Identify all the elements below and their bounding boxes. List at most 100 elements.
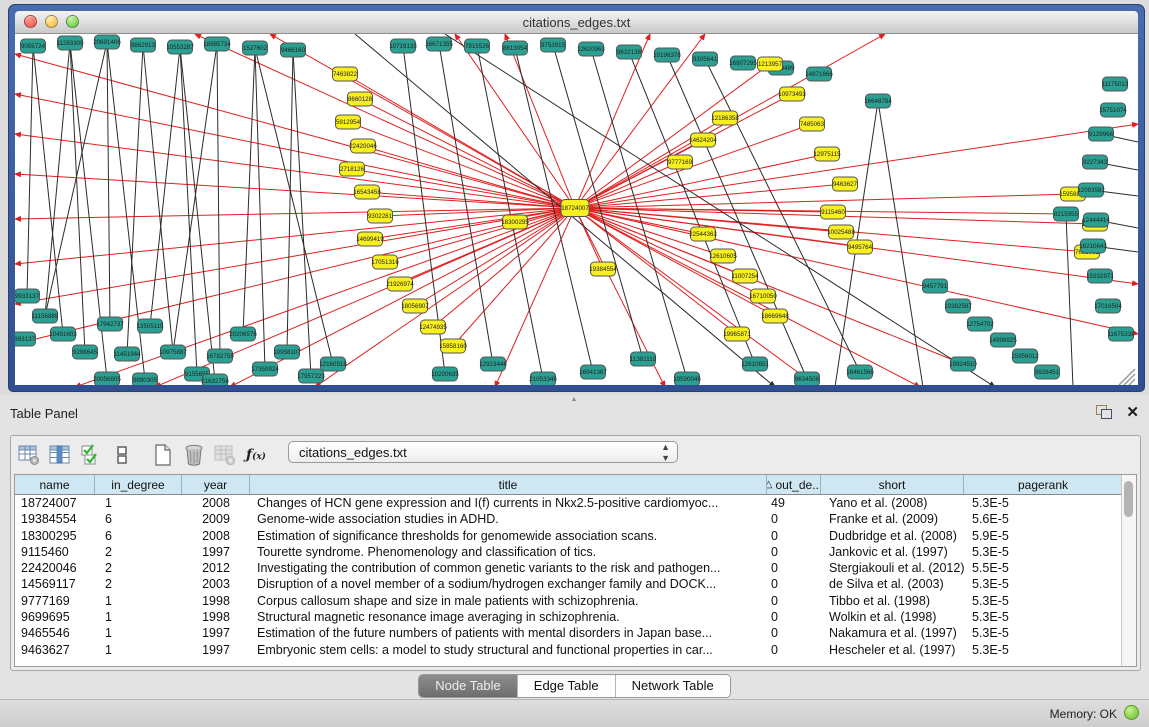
network-node[interactable]: 16210643 (1079, 239, 1107, 253)
citation-network-graph[interactable]: 9055724112833092069140698629131055328718… (15, 34, 1138, 385)
select-rows-button[interactable] (77, 441, 105, 469)
citation-edge-red[interactable] (495, 208, 575, 385)
network-node[interactable]: 14998925 (989, 333, 1017, 347)
network-node[interactable]: 16710050 (749, 289, 777, 303)
network-node[interactable]: 12093582 (1077, 183, 1105, 197)
table-row[interactable]: 1872400712008Changes of HCN gene express… (15, 495, 1122, 511)
network-node[interactable]: 10196378 (653, 48, 681, 62)
delete-button[interactable] (180, 441, 208, 469)
table-row[interactable]: 2242004622012Investigating the contribut… (15, 560, 1122, 576)
network-node[interactable]: 21053346 (529, 372, 557, 385)
network-node[interactable]: 22544363 (689, 227, 717, 241)
citation-edge-red[interactable] (575, 34, 650, 208)
network-node[interactable]: 17942737 (96, 317, 124, 331)
citation-edge-black[interactable] (1066, 214, 1073, 385)
network-node[interactable]: 12186358 (711, 111, 739, 125)
network-node[interactable]: 9933137 (15, 289, 40, 303)
network-node[interactable]: 12444414 (1082, 213, 1110, 227)
citation-edge-black[interactable] (180, 47, 197, 374)
network-node[interactable]: 11007254 (731, 269, 759, 283)
column-header-in_degree[interactable]: in_degree (95, 475, 182, 494)
network-node[interactable]: 16907295 (729, 56, 757, 70)
memory-ok-indicator[interactable] (1124, 705, 1139, 720)
citation-edge-red[interactable] (385, 208, 575, 262)
citation-edge-black[interactable] (107, 42, 110, 324)
network-node[interactable]: 9777169 (668, 155, 693, 169)
citation-edge-red[interactable] (575, 140, 703, 208)
network-node[interactable]: 17016504 (1094, 299, 1122, 313)
network-node[interactable]: 7463822 (333, 67, 358, 81)
network-node[interactable]: 11451944 (113, 347, 141, 361)
network-node[interactable]: 8215955 (1054, 207, 1079, 221)
network-node[interactable]: 20056805 (93, 372, 121, 385)
network-node[interactable]: 9466160 (281, 43, 306, 57)
network-node[interactable]: 9928451 (1035, 365, 1060, 379)
network-node[interactable]: 17359924 (251, 362, 279, 376)
network-node[interactable]: 9890305 (133, 373, 158, 385)
citation-edge-red[interactable] (575, 154, 827, 208)
column-header-pagerank[interactable]: pagerank (964, 475, 1122, 494)
network-node[interactable]: 21926974 (386, 277, 414, 291)
network-node[interactable]: 11156889 (32, 309, 59, 323)
network-node[interactable]: 16648784 (864, 94, 892, 108)
table-row[interactable]: 969969511998Structural magnetic resonanc… (15, 609, 1122, 625)
citation-edge-black[interactable] (878, 101, 923, 385)
table-selector-dropdown[interactable]: citations_edges.txt ▲▼ (288, 441, 678, 463)
table-scrollbar[interactable] (1121, 475, 1136, 666)
network-node[interactable]: 10200635 (431, 367, 459, 381)
citation-edge-black[interactable] (45, 43, 70, 316)
network-node[interactable]: 10491603 (49, 327, 77, 341)
network-node[interactable]: 8660128 (348, 92, 373, 106)
citation-edge-red[interactable] (15, 134, 575, 208)
table-row[interactable]: 1830029562008Estimation of significance … (15, 528, 1122, 544)
network-node[interactable]: 9055724 (21, 39, 46, 53)
network-node[interactable]: 10973493 (778, 87, 806, 101)
network-node[interactable]: 17957223 (297, 369, 325, 383)
table-scrollbar-thumb[interactable] (1124, 481, 1133, 517)
citation-edge-black[interactable] (143, 45, 173, 352)
column-header-year[interactable]: year (182, 475, 250, 494)
resize-grip[interactable] (1119, 369, 1135, 385)
network-node[interactable]: 9302281 (368, 209, 393, 223)
network-node[interactable]: 10719133 (389, 39, 417, 53)
network-canvas[interactable]: 9055724112833092069140698629131055328718… (15, 34, 1138, 385)
network-node[interactable]: 16671355 (425, 37, 453, 51)
network-node[interactable]: 10553287 (166, 40, 194, 54)
network-node[interactable]: 5912954 (336, 115, 361, 129)
network-node[interactable]: 12975115 (813, 147, 841, 161)
network-node[interactable]: 18985734 (203, 37, 231, 51)
network-node[interactable]: 9288645 (73, 345, 98, 359)
network-node[interactable]: 19924510 (949, 357, 977, 371)
network-node[interactable]: 2718126 (340, 162, 365, 176)
citation-edge-red[interactable] (575, 208, 963, 364)
network-node[interactable]: 8813054 (503, 41, 528, 55)
float-window-icon[interactable] (1096, 405, 1113, 420)
network-node[interactable]: 10025488 (827, 225, 855, 239)
citation-edge-black[interactable] (173, 44, 217, 352)
citation-edge-black[interactable] (217, 44, 220, 356)
network-node[interactable]: 9129966 (1089, 127, 1114, 141)
citation-edge-red[interactable] (315, 208, 575, 385)
split-view-button[interactable] (108, 441, 136, 469)
network-node[interactable]: 19965871 (723, 327, 751, 341)
minimize-window-button[interactable] (45, 15, 58, 28)
citation-edge-black[interactable] (127, 45, 143, 354)
column-header-name[interactable]: name (15, 475, 95, 494)
network-node[interactable]: 10975887 (159, 345, 187, 359)
network-node[interactable]: 14871866 (805, 67, 833, 81)
network-node[interactable]: 16461566 (846, 365, 874, 379)
close-icon[interactable]: ✕ (1126, 403, 1139, 421)
network-node[interactable]: 11175013 (1102, 77, 1129, 91)
network-node[interactable]: 12754702 (966, 317, 994, 331)
network-node[interactable]: 12610651 (741, 357, 769, 371)
network-node[interactable]: 12923446 (479, 357, 507, 371)
network-node[interactable]: 17051316 (371, 255, 399, 269)
tab-node-table[interactable]: Node Table (419, 675, 518, 697)
network-node[interactable]: 9463627 (833, 177, 858, 191)
network-node[interactable]: 20691406 (93, 35, 121, 49)
citation-edge-black[interactable] (150, 47, 180, 326)
network-node[interactable]: 11283309 (56, 36, 84, 50)
network-node[interactable]: 15858160 (439, 339, 467, 353)
citation-edge-black[interactable] (255, 48, 333, 364)
citation-edge-black[interactable] (27, 46, 33, 296)
